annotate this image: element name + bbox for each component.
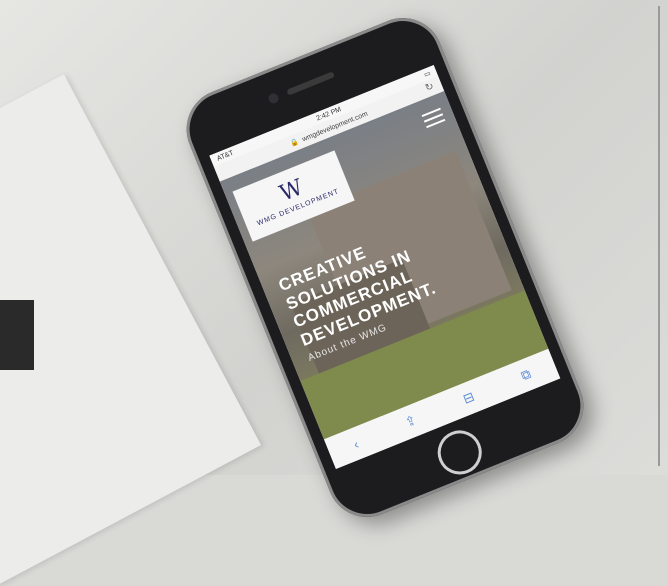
lock-icon: 🔒 (289, 138, 301, 149)
hamburger-menu-icon[interactable] (420, 104, 447, 132)
back-icon[interactable]: ‹ (351, 436, 361, 452)
reload-icon[interactable]: ↻ (424, 81, 436, 94)
dark-card (0, 300, 34, 370)
tabs-icon[interactable]: ⧉ (519, 366, 534, 384)
bookmarks-icon[interactable]: ⊟ (461, 389, 477, 408)
battery-icon: ▭ (423, 70, 432, 80)
frame-edge (658, 6, 660, 466)
share-icon[interactable]: ⇪ (403, 412, 419, 431)
